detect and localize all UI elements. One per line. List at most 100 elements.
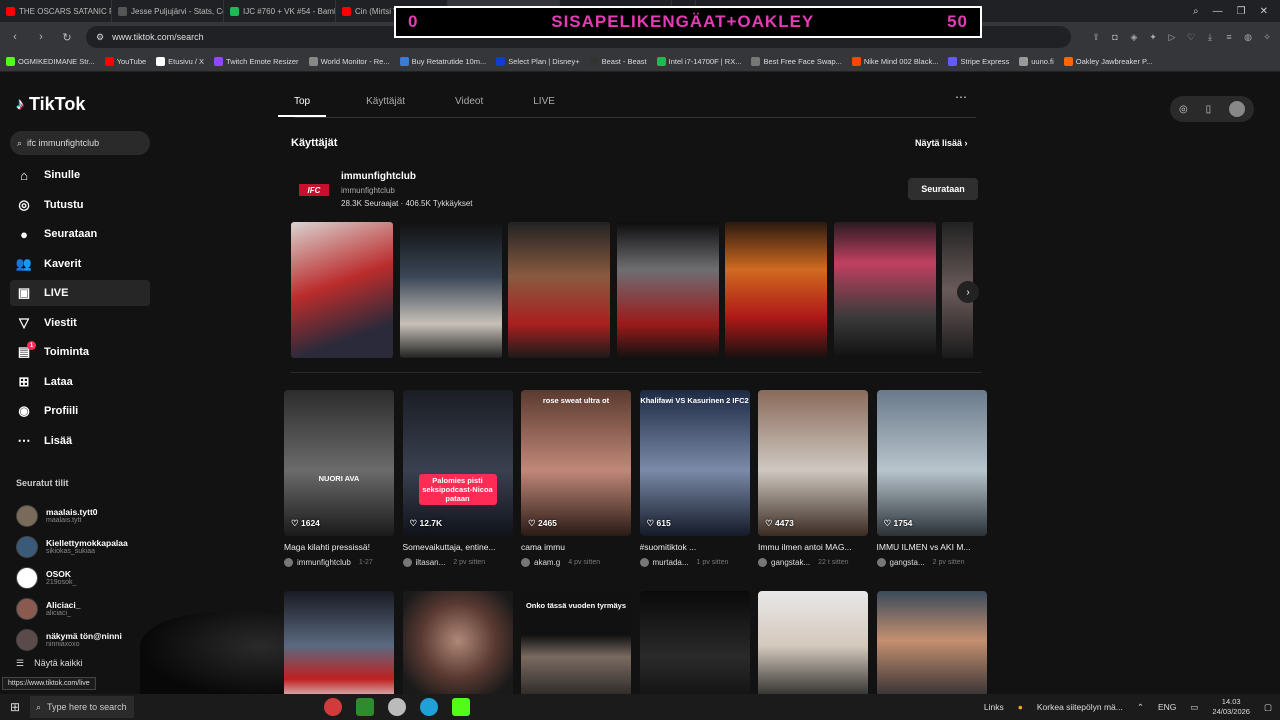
video-thumbnail[interactable]: Khalifawi VS Kasurinen 2 IFC2 ♡ 615 <box>639 390 750 536</box>
shield-app-icon[interactable] <box>388 698 406 716</box>
kick-app-icon[interactable] <box>452 698 470 716</box>
strip-thumbnail[interactable] <box>833 222 936 358</box>
video-caption[interactable]: Somevaikuttaja, entine... <box>403 542 513 552</box>
video-thumbnail-row2[interactable] <box>758 591 868 701</box>
forward-icon[interactable]: › <box>34 31 48 43</box>
download-icon[interactable]: ⤓ <box>1205 32 1215 43</box>
video-caption[interactable]: Immu ilmen antoi MAG... <box>758 542 868 552</box>
bookmark-item[interactable]: Etusivu / X <box>156 57 204 66</box>
maximize-icon[interactable]: ❐ <box>1237 6 1246 17</box>
search-input[interactable]: ⌕ ifc immunfightclub <box>10 131 150 155</box>
video-card[interactable]: ♡ 4473 Immu ilmen antoi MAG... gangstak...… <box>758 390 868 567</box>
bookmark-item[interactable]: YouTube <box>104 57 146 66</box>
followed-account[interactable]: näkymä tön@ninni ninniaxoxo <box>16 624 156 655</box>
video-thumbnail-row2[interactable] <box>876 591 987 701</box>
strip-thumbnail[interactable] <box>508 222 610 358</box>
video-caption[interactable]: IMMU ILMEN vs AKI M... <box>877 542 987 552</box>
bookmark-item[interactable]: uuno.fi <box>1019 57 1054 66</box>
video-card[interactable]: rose sweat ultra ot ♡ 2465 cama immu akam.g… <box>521 390 631 567</box>
heart-icon[interactable]: ♡ <box>1186 32 1196 43</box>
sidebar-item-sinulle[interactable]: ⌂ Sinulle <box>10 162 150 188</box>
network-icon[interactable]: ▭ <box>1190 702 1198 713</box>
browser-tab[interactable]: IJC #760 + VK #54 - Bamb× <box>224 0 336 22</box>
search-tabs-icon[interactable]: ⌕ <box>1193 6 1199 17</box>
play-icon[interactable]: ▷ <box>1167 32 1177 43</box>
followed-account[interactable]: Aliciaci_ aliciaci_ <box>16 593 156 624</box>
bookmark-item[interactable]: Buy Retatrutide 10m... <box>399 57 486 66</box>
bookmark-item[interactable]: World Monitor - Re... <box>308 57 390 66</box>
video-thumbnail[interactable]: ♡ 1754 <box>876 390 987 536</box>
site-info-icon[interactable]: ⚙ <box>96 32 104 43</box>
see-more-users-link[interactable]: Näytä lisää › <box>915 138 968 148</box>
video-card[interactable]: Palomies pisti seksipodcast-Nicoa pataan… <box>402 390 513 567</box>
author-name[interactable]: akam.g <box>534 558 560 567</box>
bookmark-item[interactable]: OGMIKEDIMANE Str... <box>6 57 95 66</box>
video-thumbnail[interactable]: Palomies pisti seksipodcast-Nicoa pataan… <box>402 390 513 536</box>
video-caption[interactable]: Maga kilahti pressissä! <box>284 542 394 552</box>
tab-videot[interactable]: Videot <box>455 96 483 117</box>
video-thumbnail-row2[interactable] <box>284 591 394 701</box>
tab-live[interactable]: LIVE <box>533 96 555 117</box>
sidebar-item-tutustu[interactable]: ◎ Tutustu <box>10 192 150 218</box>
ai-icon[interactable]: ✧ <box>1262 32 1272 43</box>
tab-top[interactable]: Top <box>278 96 327 117</box>
bookmark-item[interactable]: Nike Mind 002 Black... <box>851 57 938 66</box>
coin-icon[interactable]: ◎ <box>1179 104 1188 115</box>
camera-icon[interactable]: ◘ <box>1110 32 1120 43</box>
bookmark-item[interactable]: Intel i7-14700F | RX... <box>656 57 741 66</box>
extension-icon[interactable]: ✦ <box>1148 32 1158 43</box>
sidebar-item-seurataan[interactable]: ● Seurataan <box>10 221 150 247</box>
sidebar-item-live[interactable]: ▣ LIVE <box>10 280 150 306</box>
strip-next-button[interactable]: › <box>957 281 979 303</box>
video-thumbnail-row2[interactable] <box>639 591 750 701</box>
profile-icon[interactable]: ◍ <box>1243 32 1253 43</box>
tray-chevron-icon[interactable]: ⌃ <box>1137 702 1144 713</box>
followed-account[interactable]: Kiellettymokkapalaa sikiokas_sukiaa <box>16 531 156 562</box>
tab-käyttäjät[interactable]: Käyttäjät <box>366 96 405 117</box>
browser-tab[interactable]: THE OSCARS SATANIC RIT× <box>0 0 112 22</box>
following-button[interactable]: Seurataan <box>908 178 978 200</box>
start-icon[interactable]: ⊞ <box>0 700 30 714</box>
language-indicator[interactable]: ENG <box>1158 702 1176 712</box>
user-name[interactable]: immunfightclub <box>341 171 416 182</box>
bookmark-item[interactable]: Select Plan | Disney+ <box>496 57 580 66</box>
bookmark-item[interactable]: Oakley Jawbreaker P... <box>1063 57 1152 66</box>
minimize-icon[interactable]: — <box>1213 6 1223 17</box>
notifications-icon[interactable]: ▢ <box>1264 702 1272 713</box>
user-result-card[interactable]: IFC immunfightclub immunfightclub 28.3K … <box>291 168 981 214</box>
sidebar-item-profiili[interactable]: ◉ Profiili <box>10 398 150 424</box>
links-label[interactable]: Links <box>984 702 1004 712</box>
browser-tab[interactable]: Jesse Puljujärvi - Stats, Co× <box>112 0 224 22</box>
bookmark-item[interactable]: Stripe Express <box>948 57 1009 66</box>
followed-account[interactable]: maalais.tytt0 maalais.tytt <box>16 500 156 531</box>
bookmark-item[interactable]: Best Free Face Swap... <box>751 57 842 66</box>
close-window-icon[interactable]: ✕ <box>1260 6 1268 17</box>
menu-icon[interactable]: ≡ <box>1224 32 1234 43</box>
xbox-app-icon[interactable] <box>356 698 374 716</box>
video-thumbnail[interactable]: NUORI AVA ♡ 1624 <box>284 390 394 536</box>
chrome-app-icon[interactable] <box>324 698 342 716</box>
bookmark-item[interactable]: Twitch Emote Resizer <box>214 57 299 66</box>
share-icon[interactable]: ⇪ <box>1091 32 1101 43</box>
author-name[interactable]: murtada... <box>653 558 689 567</box>
bookmark-item[interactable]: Beast - Beast <box>589 57 647 66</box>
tiktok-logo[interactable]: ♪ TikTok <box>16 94 85 115</box>
sidebar-item-lisää[interactable]: ⋯ Lisää <box>10 428 150 454</box>
user-avatar[interactable] <box>1229 101 1246 117</box>
video-card[interactable]: ♡ 1754 IMMU ILMEN vs AKI M... gangsta... 2 … <box>876 390 987 567</box>
sidebar-item-viestit[interactable]: ▽ Viestit <box>10 310 150 336</box>
author-name[interactable]: gangsta... <box>890 558 925 567</box>
strip-thumbnail[interactable] <box>616 222 719 358</box>
author-name[interactable]: iltasan... <box>416 558 446 567</box>
device-icon[interactable]: ▯ <box>1206 104 1212 115</box>
clock[interactable]: 14.03 24/03/2026 <box>1212 697 1250 717</box>
followed-account[interactable]: OSOK 219osok_ <box>16 562 156 593</box>
video-card[interactable]: Khalifawi VS Kasurinen 2 IFC2 ♡ 615 #suomi… <box>639 390 750 567</box>
video-caption[interactable]: #suomitiktok ... <box>640 542 750 552</box>
edge-app-icon[interactable] <box>420 698 438 716</box>
video-thumbnail[interactable]: rose sweat ultra ot ♡ 2465 <box>521 390 631 536</box>
shield-icon[interactable]: ◈ <box>1129 32 1139 43</box>
video-thumbnail[interactable]: ♡ 4473 <box>758 390 868 536</box>
reload-icon[interactable]: ↻ <box>60 31 74 44</box>
more-options-icon[interactable]: ⋯ <box>955 90 967 104</box>
